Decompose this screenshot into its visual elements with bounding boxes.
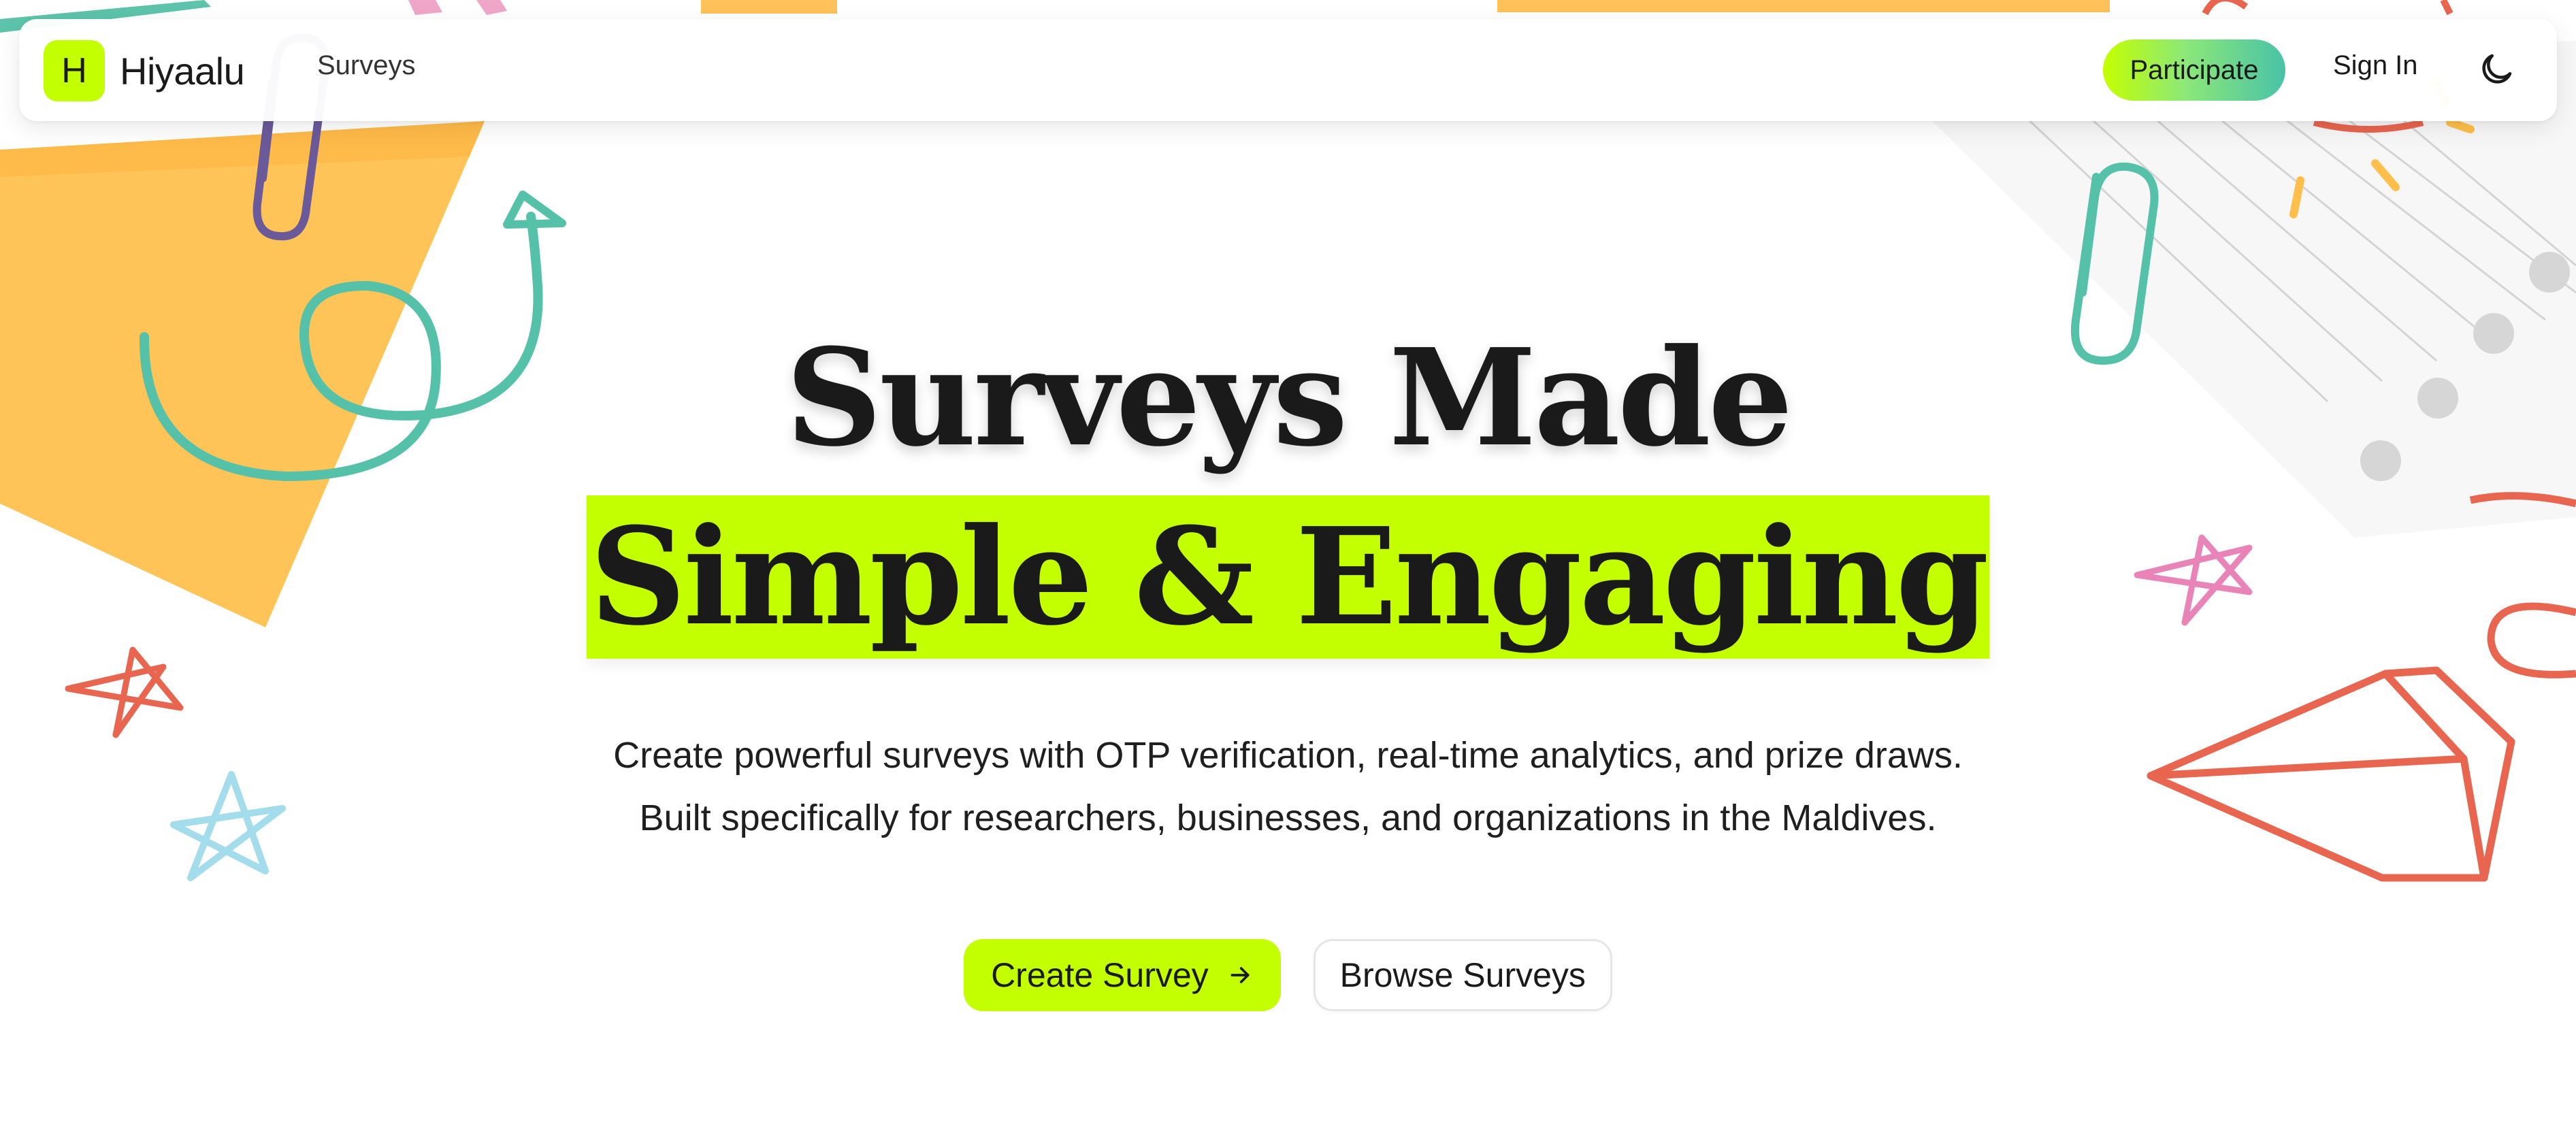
moon-icon bbox=[2482, 54, 2512, 84]
orange-scrap-top-right bbox=[1497, 0, 2110, 12]
navbar: H Hiyaalu Surveys Participate Sign In bbox=[19, 19, 2557, 121]
sign-in-button[interactable]: Sign In bbox=[2333, 50, 2418, 81]
create-survey-button[interactable]: Create Survey bbox=[964, 939, 1281, 1011]
hero-title-line2-highlight: Simple & Engaging bbox=[587, 495, 1989, 659]
theme-toggle-button[interactable] bbox=[2476, 49, 2517, 90]
orange-scrap-top bbox=[701, 0, 837, 14]
browse-surveys-button[interactable]: Browse Surveys bbox=[1313, 939, 1612, 1011]
orange-sticky-shade bbox=[0, 121, 485, 177]
red-arc-right bbox=[2313, 119, 2424, 133]
participate-button[interactable]: Participate bbox=[2103, 39, 2285, 101]
red-scrap-top-right bbox=[2202, 0, 2248, 16]
pink-scrap-top-2 bbox=[476, 0, 507, 15]
arrow-right-icon bbox=[1226, 962, 1254, 989]
hero-title-line1: Surveys Made bbox=[785, 320, 1793, 476]
cta-row: Create Survey Browse Surveys bbox=[0, 939, 2576, 1011]
hero-subtitle-line2: Built specifically for researchers, busi… bbox=[639, 798, 1937, 838]
brand-name: Hiyaalu bbox=[120, 49, 245, 93]
pink-scrap-top bbox=[408, 0, 442, 15]
brand-logo-link[interactable]: H Hiyaalu bbox=[44, 40, 245, 101]
teal-arrow-head bbox=[503, 191, 566, 229]
nav-link-surveys[interactable]: Surveys bbox=[317, 50, 416, 81]
page: H Hiyaalu Surveys Participate Sign In Su… bbox=[0, 0, 2576, 1133]
hero-subtitle: Create powerful surveys with OTP verific… bbox=[0, 724, 2576, 849]
logo-icon: H bbox=[44, 40, 105, 101]
red-star-left bbox=[65, 646, 184, 738]
hero-title: Surveys Made Simple & Engaging bbox=[0, 320, 2576, 659]
hero-subtitle-line1: Create powerful surveys with OTP verific… bbox=[613, 735, 1963, 776]
create-survey-label: Create Survey bbox=[991, 956, 1209, 994]
red-scrap-top-right-2 bbox=[2440, 0, 2453, 16]
hero-title-highlight-wrap: Simple & Engaging bbox=[0, 495, 2576, 659]
